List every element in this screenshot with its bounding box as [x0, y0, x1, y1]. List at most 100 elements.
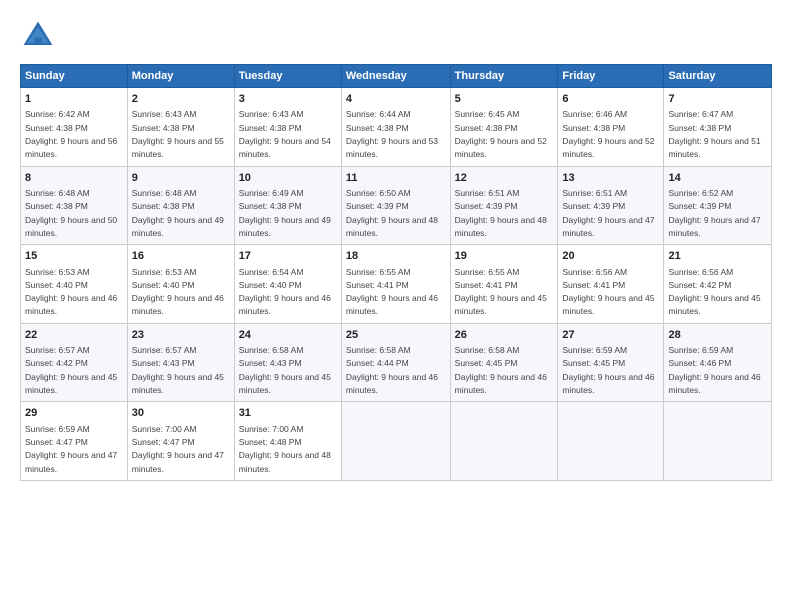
- header: [20, 18, 772, 54]
- calendar-cell: 25 Sunrise: 6:58 AMSunset: 4:44 PMDaylig…: [341, 323, 450, 402]
- day-number: 6: [562, 92, 659, 107]
- calendar-cell: 29 Sunrise: 6:59 AMSunset: 4:47 PMDaylig…: [21, 402, 128, 481]
- calendar-cell: 7 Sunrise: 6:47 AMSunset: 4:38 PMDayligh…: [664, 88, 772, 167]
- calendar-cell: 15 Sunrise: 6:53 AMSunset: 4:40 PMDaylig…: [21, 245, 128, 324]
- day-number: 4: [346, 92, 446, 107]
- weekday-friday: Friday: [558, 65, 664, 88]
- calendar-cell: 16 Sunrise: 6:53 AMSunset: 4:40 PMDaylig…: [127, 245, 234, 324]
- calendar-cell: [664, 402, 772, 481]
- day-info: Sunrise: 6:44 AMSunset: 4:38 PMDaylight:…: [346, 109, 438, 159]
- day-number: 11: [346, 171, 446, 186]
- calendar-row-0: 1 Sunrise: 6:42 AMSunset: 4:38 PMDayligh…: [21, 88, 772, 167]
- day-number: 29: [25, 406, 123, 421]
- day-number: 16: [132, 249, 230, 264]
- calendar-cell: 20 Sunrise: 6:56 AMSunset: 4:41 PMDaylig…: [558, 245, 664, 324]
- weekday-saturday: Saturday: [664, 65, 772, 88]
- day-info: Sunrise: 6:43 AMSunset: 4:38 PMDaylight:…: [132, 109, 224, 159]
- calendar-table: SundayMondayTuesdayWednesdayThursdayFrid…: [20, 64, 772, 481]
- calendar-cell: 11 Sunrise: 6:50 AMSunset: 4:39 PMDaylig…: [341, 166, 450, 245]
- calendar-row-2: 15 Sunrise: 6:53 AMSunset: 4:40 PMDaylig…: [21, 245, 772, 324]
- day-number: 13: [562, 171, 659, 186]
- calendar-cell: 4 Sunrise: 6:44 AMSunset: 4:38 PMDayligh…: [341, 88, 450, 167]
- calendar-cell: 3 Sunrise: 6:43 AMSunset: 4:38 PMDayligh…: [234, 88, 341, 167]
- calendar-cell: [558, 402, 664, 481]
- calendar-cell: 17 Sunrise: 6:54 AMSunset: 4:40 PMDaylig…: [234, 245, 341, 324]
- day-info: Sunrise: 6:53 AMSunset: 4:40 PMDaylight:…: [25, 267, 117, 317]
- day-info: Sunrise: 6:58 AMSunset: 4:45 PMDaylight:…: [455, 345, 547, 395]
- day-info: Sunrise: 6:57 AMSunset: 4:43 PMDaylight:…: [132, 345, 224, 395]
- weekday-thursday: Thursday: [450, 65, 558, 88]
- calendar-cell: [450, 402, 558, 481]
- day-number: 31: [239, 406, 337, 421]
- weekday-sunday: Sunday: [21, 65, 128, 88]
- day-info: Sunrise: 6:59 AMSunset: 4:45 PMDaylight:…: [562, 345, 654, 395]
- day-number: 15: [25, 249, 123, 264]
- logo: [20, 18, 62, 54]
- day-number: 28: [668, 328, 767, 343]
- day-info: Sunrise: 6:49 AMSunset: 4:38 PMDaylight:…: [239, 188, 331, 238]
- day-info: Sunrise: 6:46 AMSunset: 4:38 PMDaylight:…: [562, 109, 654, 159]
- day-info: Sunrise: 6:51 AMSunset: 4:39 PMDaylight:…: [455, 188, 547, 238]
- calendar-cell: 23 Sunrise: 6:57 AMSunset: 4:43 PMDaylig…: [127, 323, 234, 402]
- calendar-cell: 28 Sunrise: 6:59 AMSunset: 4:46 PMDaylig…: [664, 323, 772, 402]
- day-info: Sunrise: 7:00 AMSunset: 4:47 PMDaylight:…: [132, 424, 224, 474]
- weekday-tuesday: Tuesday: [234, 65, 341, 88]
- day-info: Sunrise: 6:47 AMSunset: 4:38 PMDaylight:…: [668, 109, 760, 159]
- day-info: Sunrise: 6:51 AMSunset: 4:39 PMDaylight:…: [562, 188, 654, 238]
- day-number: 10: [239, 171, 337, 186]
- day-info: Sunrise: 6:50 AMSunset: 4:39 PMDaylight:…: [346, 188, 438, 238]
- day-info: Sunrise: 6:54 AMSunset: 4:40 PMDaylight:…: [239, 267, 331, 317]
- day-number: 30: [132, 406, 230, 421]
- weekday-header-row: SundayMondayTuesdayWednesdayThursdayFrid…: [21, 65, 772, 88]
- calendar-cell: 6 Sunrise: 6:46 AMSunset: 4:38 PMDayligh…: [558, 88, 664, 167]
- day-info: Sunrise: 6:52 AMSunset: 4:39 PMDaylight:…: [668, 188, 760, 238]
- day-info: Sunrise: 6:48 AMSunset: 4:38 PMDaylight:…: [132, 188, 224, 238]
- calendar-cell: 8 Sunrise: 6:48 AMSunset: 4:38 PMDayligh…: [21, 166, 128, 245]
- day-info: Sunrise: 6:59 AMSunset: 4:47 PMDaylight:…: [25, 424, 117, 474]
- day-number: 24: [239, 328, 337, 343]
- weekday-wednesday: Wednesday: [341, 65, 450, 88]
- calendar-cell: 13 Sunrise: 6:51 AMSunset: 4:39 PMDaylig…: [558, 166, 664, 245]
- day-number: 3: [239, 92, 337, 107]
- day-number: 19: [455, 249, 554, 264]
- day-number: 8: [25, 171, 123, 186]
- calendar-cell: 19 Sunrise: 6:55 AMSunset: 4:41 PMDaylig…: [450, 245, 558, 324]
- calendar-cell: 30 Sunrise: 7:00 AMSunset: 4:47 PMDaylig…: [127, 402, 234, 481]
- day-number: 20: [562, 249, 659, 264]
- day-info: Sunrise: 7:00 AMSunset: 4:48 PMDaylight:…: [239, 424, 331, 474]
- day-info: Sunrise: 6:43 AMSunset: 4:38 PMDaylight:…: [239, 109, 331, 159]
- day-number: 9: [132, 171, 230, 186]
- calendar-cell: 2 Sunrise: 6:43 AMSunset: 4:38 PMDayligh…: [127, 88, 234, 167]
- day-number: 22: [25, 328, 123, 343]
- calendar-row-3: 22 Sunrise: 6:57 AMSunset: 4:42 PMDaylig…: [21, 323, 772, 402]
- weekday-monday: Monday: [127, 65, 234, 88]
- calendar-cell: 27 Sunrise: 6:59 AMSunset: 4:45 PMDaylig…: [558, 323, 664, 402]
- day-info: Sunrise: 6:45 AMSunset: 4:38 PMDaylight:…: [455, 109, 547, 159]
- day-number: 26: [455, 328, 554, 343]
- calendar-cell: 9 Sunrise: 6:48 AMSunset: 4:38 PMDayligh…: [127, 166, 234, 245]
- day-number: 5: [455, 92, 554, 107]
- day-info: Sunrise: 6:59 AMSunset: 4:46 PMDaylight:…: [668, 345, 760, 395]
- day-number: 2: [132, 92, 230, 107]
- day-number: 21: [668, 249, 767, 264]
- calendar-cell: 26 Sunrise: 6:58 AMSunset: 4:45 PMDaylig…: [450, 323, 558, 402]
- calendar-cell: 31 Sunrise: 7:00 AMSunset: 4:48 PMDaylig…: [234, 402, 341, 481]
- day-info: Sunrise: 6:53 AMSunset: 4:40 PMDaylight:…: [132, 267, 224, 317]
- day-info: Sunrise: 6:58 AMSunset: 4:43 PMDaylight:…: [239, 345, 331, 395]
- calendar-cell: 18 Sunrise: 6:55 AMSunset: 4:41 PMDaylig…: [341, 245, 450, 324]
- day-number: 23: [132, 328, 230, 343]
- calendar-cell: 5 Sunrise: 6:45 AMSunset: 4:38 PMDayligh…: [450, 88, 558, 167]
- day-info: Sunrise: 6:55 AMSunset: 4:41 PMDaylight:…: [346, 267, 438, 317]
- day-number: 14: [668, 171, 767, 186]
- day-number: 25: [346, 328, 446, 343]
- logo-icon: [20, 18, 56, 54]
- calendar-row-1: 8 Sunrise: 6:48 AMSunset: 4:38 PMDayligh…: [21, 166, 772, 245]
- day-info: Sunrise: 6:58 AMSunset: 4:44 PMDaylight:…: [346, 345, 438, 395]
- day-info: Sunrise: 6:55 AMSunset: 4:41 PMDaylight:…: [455, 267, 547, 317]
- calendar-cell: 24 Sunrise: 6:58 AMSunset: 4:43 PMDaylig…: [234, 323, 341, 402]
- calendar-cell: 14 Sunrise: 6:52 AMSunset: 4:39 PMDaylig…: [664, 166, 772, 245]
- day-number: 27: [562, 328, 659, 343]
- day-info: Sunrise: 6:56 AMSunset: 4:42 PMDaylight:…: [668, 267, 760, 317]
- page: SundayMondayTuesdayWednesdayThursdayFrid…: [0, 0, 792, 612]
- calendar-cell: [341, 402, 450, 481]
